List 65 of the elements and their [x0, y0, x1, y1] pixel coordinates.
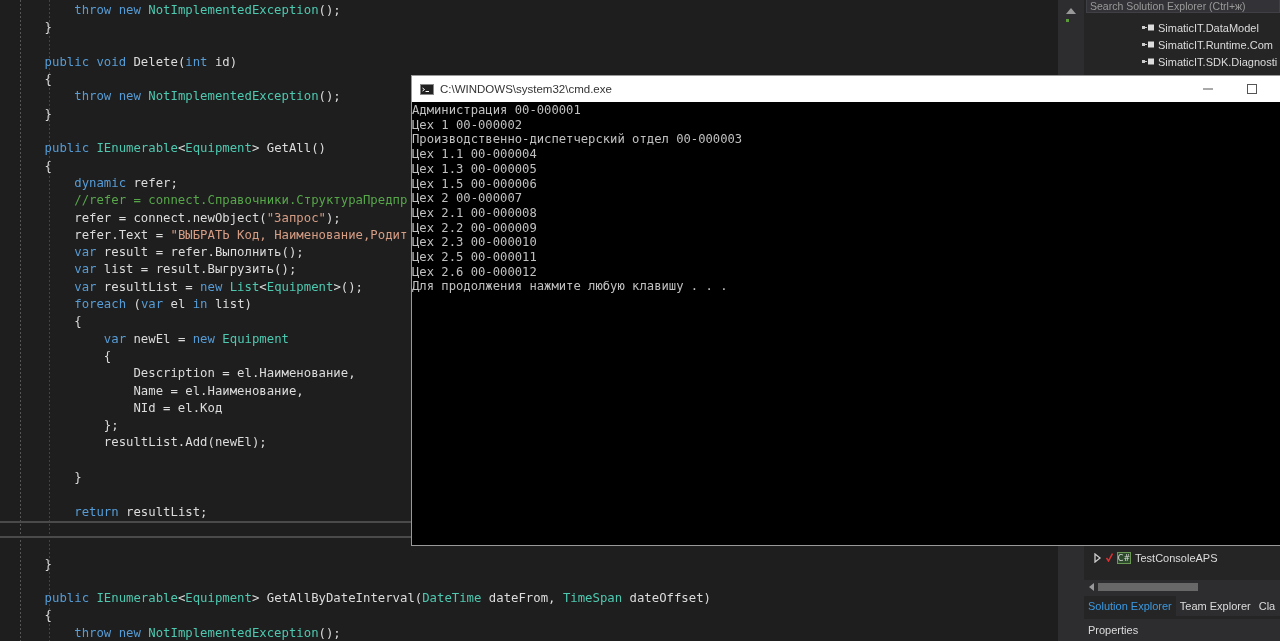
csharp-project-icon: C#	[1117, 551, 1131, 564]
console-line: Администрация 00-000001	[412, 103, 581, 118]
code-line: }	[73, 469, 82, 486]
console-line: Цех 1.3 00-000005	[412, 161, 537, 177]
code-line: var list = result.Выгрузить();	[73, 261, 297, 279]
code-line: foreach (var el in list)	[73, 296, 252, 314]
code-line: public void Delete(int id)	[43, 53, 238, 71]
code-line: refer = connect.newObject("Запрос");	[73, 209, 341, 227]
code-line: throw new NotImplementedException();	[73, 2, 341, 19]
code-line: throw new NotImplementedException();	[73, 624, 341, 641]
code-line: Name = el.Наименование,	[132, 382, 304, 400]
expander-icon[interactable]	[1094, 552, 1102, 563]
panel-tab[interactable]: Cla	[1254, 596, 1280, 616]
code-line: {	[43, 607, 53, 625]
console-line: Цех 1.5 00-000006	[412, 176, 537, 192]
code-line: NId = el.Код	[132, 399, 223, 417]
panel-tab[interactable]: Solution Explorer	[1084, 596, 1176, 616]
code-line: {	[102, 347, 112, 365]
code-line: //refer = connect.Справочники.СтруктураПредпр	[73, 192, 408, 210]
tree-item[interactable]: SimaticIT.DataModel	[1084, 19, 1280, 36]
console-line: Цех 2.5 00-000011	[412, 250, 537, 265]
code-line: dynamic refer;	[73, 174, 178, 192]
code-line: {	[73, 313, 82, 331]
code-line: public IEnumerable<Equipment> GetAll()	[43, 140, 326, 158]
code-line: };	[102, 417, 119, 435]
console-line: Цех 2.2 00-000009	[412, 220, 537, 236]
code-line: resultList.Add(newEl);	[102, 434, 267, 452]
scrollbar-thumb[interactable]	[1098, 583, 1198, 591]
tree-item[interactable]: C# TestConsoleAPS	[1084, 549, 1280, 566]
code-line: Description = el.Наименование,	[132, 365, 356, 383]
code-line: {	[43, 157, 53, 175]
code-line: }	[43, 19, 53, 37]
scroll-left-icon[interactable]	[1089, 583, 1094, 591]
console-line: Цех 2.6 00-000012	[412, 264, 537, 280]
properties-header: Properties	[1084, 619, 1280, 641]
code-line: {	[43, 71, 53, 89]
reference-icon	[1142, 58, 1154, 65]
check-icon	[1106, 553, 1113, 562]
console-icon	[420, 83, 434, 95]
console-line: Цех 1 00-000002	[412, 117, 523, 133]
code-line: var result = refer.Выполнить();	[73, 244, 304, 262]
horizontal-scrollbar[interactable]	[1084, 580, 1280, 594]
tree-item[interactable]: SimaticIT.SDK.Diagnosti	[1084, 53, 1280, 70]
console-line: Для продолжения нажмите любую клавишу . . .	[412, 279, 728, 295]
console-line: Цех 2 00-000007	[412, 191, 523, 206]
console-line: Цех 2.3 00-000010	[412, 235, 537, 251]
maximize-icon[interactable]	[1246, 83, 1258, 95]
scroll-up-icon[interactable]	[1066, 8, 1076, 14]
panel-tab[interactable]: Team Explorer	[1175, 596, 1255, 616]
window-title: C:\WINDOWS\system32\cmd.exe	[440, 83, 612, 95]
reference-icon	[1142, 24, 1154, 31]
console-line: Производственно-диспетчерский отдел 00-000003	[412, 132, 743, 148]
code-line: return resultList;	[73, 503, 208, 521]
search-field[interactable]: Search Solution Explorer (Ctrl+ж)	[1086, 0, 1280, 13]
code-line: throw new NotImplementedException();	[73, 88, 341, 106]
code-line: var newEl = new Equipment	[102, 330, 289, 348]
code-line: }	[43, 105, 53, 123]
code-line: }	[43, 555, 53, 573]
reference-icon	[1142, 41, 1154, 48]
code-line: refer.Text = "ВЫБРАТЬ Код, Наименование,Родит	[73, 226, 408, 244]
tree-item[interactable]: SimaticIT.Runtime.Com	[1084, 36, 1280, 53]
code-line: public IEnumerable<Equipment> GetAllByDateInterval(DateTime dateFrom, TimeSpan dateOffset)	[43, 590, 711, 608]
console-line: Цех 2.1 00-000008	[412, 205, 537, 221]
console-line: Цех 1.1 00-000004	[412, 147, 537, 162]
code-line: var resultList = new List<Equipment>();	[73, 278, 363, 296]
